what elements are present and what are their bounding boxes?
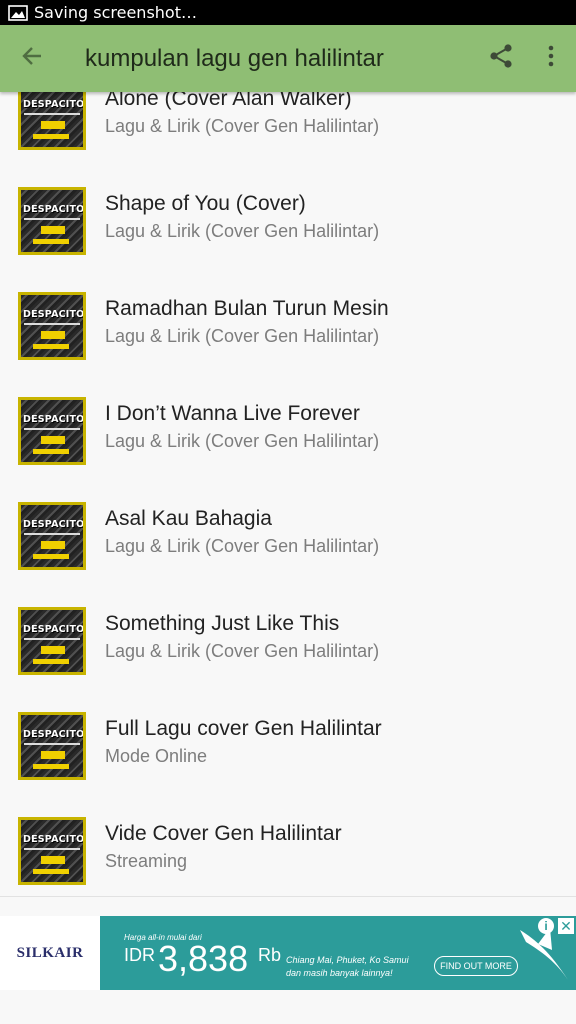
ad-banner[interactable]: SILKAIR Harga all-in mulai dari IDR 3,83… (0, 916, 576, 990)
arrow-left-icon (21, 45, 43, 72)
song-title: Vide Cover Gen Halilintar (105, 822, 342, 845)
list-item[interactable]: DESPACITO Full Lagu cover Gen Halilintar… (0, 677, 576, 782)
list-item[interactable]: DESPACITO Something Just Like This Lagu … (0, 572, 576, 677)
status-text: Saving screenshot… (34, 3, 197, 22)
close-icon[interactable]: ✕ (558, 918, 574, 934)
share-icon (488, 43, 514, 74)
song-thumbnail: DESPACITO (18, 292, 86, 360)
info-icon[interactable]: i (538, 918, 554, 934)
page-title: kumpulan lagu gen halilintar (85, 44, 384, 72)
song-thumbnail: DESPACITO (18, 502, 86, 570)
back-button[interactable] (0, 25, 64, 92)
ad-logo: SILKAIR (0, 916, 100, 990)
ad-price: 3,838 (158, 938, 249, 979)
ad-currency: IDR (124, 945, 155, 965)
ad-price-unit: Rb (258, 945, 282, 965)
song-title: Alone (Cover Alan Walker) (105, 92, 352, 110)
list-item[interactable]: DESPACITO Shape of You (Cover) Lagu & Li… (0, 152, 576, 257)
song-title: I Don’t Wanna Live Forever (105, 402, 360, 425)
more-vert-icon (547, 44, 555, 73)
list-item[interactable]: DESPACITO Ramadhan Bulan Turun Mesin Lag… (0, 257, 576, 362)
song-thumbnail: DESPACITO (18, 92, 86, 150)
app-bar: kumpulan lagu gen halilintar (0, 25, 576, 92)
list-item[interactable]: DESPACITO I Don’t Wanna Live Forever Lag… (0, 362, 576, 467)
list-item[interactable]: DESPACITO Vide Cover Gen Halilintar Stre… (0, 782, 576, 887)
song-subtitle: Mode Online (105, 746, 208, 766)
ad-creative[interactable]: Harga all-in mulai dari IDR 3,838 Rb Chi… (100, 916, 576, 990)
list-item[interactable]: DESPACITO Asal Kau Bahagia Lagu & Lirik … (0, 467, 576, 572)
song-subtitle: Lagu & Lirik (Cover Gen Halilintar) (105, 536, 380, 556)
song-title: Shape of You (Cover) (105, 192, 306, 215)
ad-brand: SILKAIR (16, 944, 84, 961)
song-title: Full Lagu cover Gen Halilintar (105, 717, 382, 740)
song-thumbnail: DESPACITO (18, 817, 86, 885)
song-thumbnail: DESPACITO (18, 607, 86, 675)
song-subtitle: Lagu & Lirik (Cover Gen Halilintar) (105, 431, 380, 451)
song-subtitle: Lagu & Lirik (Cover Gen Halilintar) (105, 221, 380, 241)
song-list[interactable]: DESPACITO Alone (Cover Alan Walker) Lagu… (0, 92, 576, 896)
song-subtitle: Lagu & Lirik (Cover Gen Halilintar) (105, 326, 380, 346)
song-subtitle: Lagu & Lirik (Cover Gen Halilintar) (105, 641, 380, 661)
song-title: Ramadhan Bulan Turun Mesin (105, 297, 389, 320)
song-thumbnail: DESPACITO (18, 712, 86, 780)
song-thumbnail: DESPACITO (18, 397, 86, 465)
song-title: Something Just Like This (105, 612, 340, 635)
divider (0, 896, 576, 897)
ad-destinations: Chiang Mai, Phuket, Ko Samui dan masih b… (286, 955, 409, 978)
status-bar: Saving screenshot… (0, 0, 576, 25)
song-subtitle: Lagu & Lirik (Cover Gen Halilintar) (105, 116, 380, 136)
share-button[interactable] (476, 25, 526, 92)
song-title: Asal Kau Bahagia (105, 507, 272, 530)
image-icon (8, 4, 28, 21)
song-thumbnail: DESPACITO (18, 187, 86, 255)
list-item[interactable]: DESPACITO Alone (Cover Alan Walker) Lagu… (0, 92, 576, 152)
ad-cta-button[interactable]: FIND OUT MORE (434, 956, 518, 976)
song-subtitle: Streaming (105, 851, 188, 871)
overflow-menu-button[interactable] (526, 25, 576, 92)
